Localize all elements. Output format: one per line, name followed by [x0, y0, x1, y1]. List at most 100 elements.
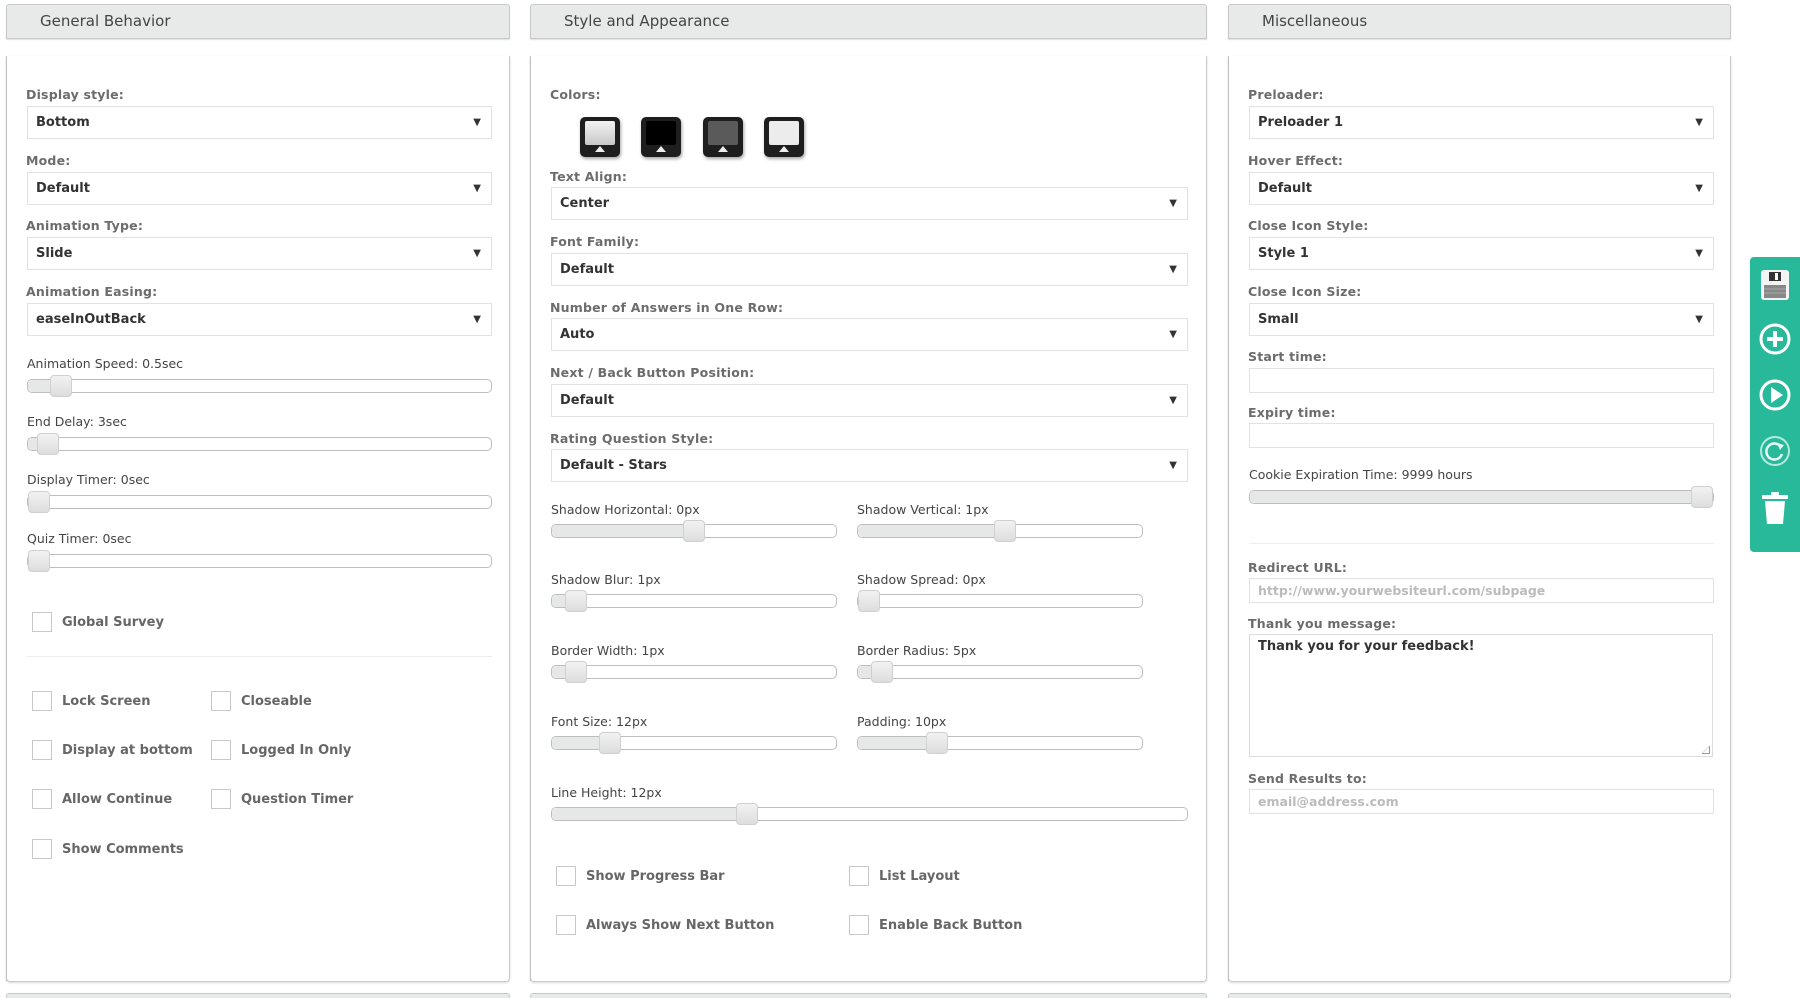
slider-handle[interactable]	[565, 661, 588, 683]
swatch-screen	[769, 121, 799, 145]
expiry-time-input[interactable]	[1249, 423, 1714, 448]
line-height-slider[interactable]	[551, 803, 1188, 825]
allow-continue-checkbox[interactable]: Allow Continue	[32, 789, 172, 809]
end-delay-slider[interactable]	[27, 433, 492, 455]
resize-grip-icon[interactable]	[1702, 746, 1710, 754]
checkbox-box[interactable]	[211, 691, 231, 711]
style-appearance-header[interactable]: Style and Appearance	[530, 4, 1207, 39]
shadow-spread-slider[interactable]	[857, 590, 1143, 612]
slider-handle[interactable]	[28, 491, 50, 513]
checkbox-box[interactable]	[32, 839, 52, 859]
padding-slider[interactable]	[857, 732, 1143, 754]
miscellaneous-header[interactable]: Miscellaneous	[1228, 4, 1731, 39]
slider-handle[interactable]	[50, 375, 73, 397]
next-back-position-value: Default	[560, 393, 614, 408]
shadow-horizontal-slider[interactable]	[551, 520, 837, 542]
checkbox-box[interactable]	[556, 866, 576, 886]
shadow-vertical-slider[interactable]	[857, 520, 1143, 542]
thank-you-textarea[interactable]: Thank you for your feedback!	[1249, 634, 1713, 757]
global-survey-checkbox[interactable]: Global Survey	[32, 612, 164, 632]
question-timer-checkbox[interactable]: Question Timer	[211, 789, 353, 809]
checkbox-box[interactable]	[32, 612, 52, 632]
checkbox-box[interactable]	[849, 866, 869, 886]
close-icon-style-value: Style 1	[1258, 246, 1309, 261]
slider-handle[interactable]	[994, 520, 1017, 542]
checkbox-box[interactable]	[32, 691, 52, 711]
color-swatch-light-gradient[interactable]	[580, 117, 620, 157]
checkbox-box[interactable]	[556, 915, 576, 935]
shadow-blur-slider[interactable]	[551, 590, 837, 612]
redirect-url-input[interactable]: http://www.yourwebsiteurl.com/subpage	[1249, 578, 1714, 603]
lock-screen-checkbox[interactable]: Lock Screen	[32, 691, 150, 711]
slider-handle[interactable]	[599, 732, 622, 754]
show-comments-checkbox[interactable]: Show Comments	[32, 839, 184, 859]
next-back-position-select[interactable]: Default ▼	[551, 384, 1188, 417]
slider-handle[interactable]	[926, 732, 949, 754]
color-swatch-black[interactable]	[641, 117, 681, 157]
always-show-next-checkbox[interactable]: Always Show Next Button	[556, 915, 774, 935]
send-results-input[interactable]: email@address.com	[1249, 789, 1714, 814]
cookie-expiration-slider[interactable]	[1249, 486, 1714, 508]
animation-easing-select[interactable]: easeInOutBack ▼	[27, 303, 492, 336]
slider-handle[interactable]	[858, 590, 880, 612]
enable-back-checkbox[interactable]: Enable Back Button	[849, 915, 1022, 935]
slider-handle[interactable]	[1691, 486, 1713, 508]
close-icon-size-select[interactable]: Small ▼	[1249, 303, 1714, 336]
display-timer-slider[interactable]	[27, 491, 492, 513]
text-align-select[interactable]: Center ▼	[551, 187, 1188, 220]
close-icon-style-select[interactable]: Style 1 ▼	[1249, 237, 1714, 270]
logged-in-only-checkbox[interactable]: Logged In Only	[211, 740, 351, 760]
start-time-label: Start time:	[1248, 349, 1327, 364]
swatch-indicator-icon	[779, 146, 789, 152]
border-width-slider[interactable]	[551, 661, 837, 683]
delete-button[interactable]	[1759, 492, 1791, 524]
chevron-down-icon: ▼	[1169, 395, 1177, 406]
checkbox-box[interactable]	[32, 789, 52, 809]
animation-type-select[interactable]: Slide ▼	[27, 237, 492, 270]
color-swatch-light-gray[interactable]	[764, 117, 804, 157]
start-time-input[interactable]	[1249, 368, 1714, 393]
checkbox-box[interactable]	[849, 915, 869, 935]
preloader-select[interactable]: Preloader 1 ▼	[1249, 106, 1714, 139]
checkbox-box[interactable]	[211, 789, 231, 809]
checkbox-box[interactable]	[32, 740, 52, 760]
list-layout-checkbox[interactable]: List Layout	[849, 866, 960, 886]
slider-handle[interactable]	[735, 803, 758, 825]
save-button[interactable]	[1759, 269, 1791, 301]
rating-style-select[interactable]: Default - Stars ▼	[551, 449, 1188, 482]
miscellaneous-panel: Miscellaneous Preloader: Preloader 1 ▼ H…	[1228, 0, 1731, 998]
animation-speed-label: Animation Speed: 0.5sec	[27, 356, 184, 371]
answers-per-row-select[interactable]: Auto ▼	[551, 318, 1188, 351]
slider-handle[interactable]	[871, 661, 894, 683]
display-at-bottom-checkbox[interactable]: Display at bottom	[32, 740, 193, 760]
color-swatch-dark-gray[interactable]	[703, 117, 743, 157]
border-radius-slider[interactable]	[857, 661, 1143, 683]
closeable-checkbox[interactable]: Closeable	[211, 691, 312, 711]
next-panel-header	[6, 993, 510, 998]
slider-fill	[858, 525, 1006, 537]
display-style-select[interactable]: Bottom ▼	[27, 106, 492, 139]
mode-select[interactable]: Default ▼	[27, 172, 492, 205]
trash-icon	[1762, 492, 1788, 524]
quiz-timer-slider[interactable]	[27, 550, 492, 572]
animation-speed-slider[interactable]	[27, 375, 492, 397]
general-behavior-header[interactable]: General Behavior	[6, 4, 510, 39]
quiz-timer-label: Quiz Timer: 0sec	[27, 531, 132, 546]
add-button[interactable]	[1759, 323, 1791, 355]
font-family-select[interactable]: Default ▼	[551, 253, 1188, 286]
swatch-screen	[646, 121, 676, 145]
border-radius-label: Border Radius: 5px	[857, 643, 977, 658]
slider-handle[interactable]	[28, 550, 50, 572]
chevron-down-icon: ▼	[473, 248, 481, 259]
hover-effect-select[interactable]: Default ▼	[1249, 172, 1714, 205]
preview-button[interactable]	[1759, 379, 1791, 411]
answers-per-row-value: Auto	[560, 327, 595, 342]
reset-button[interactable]	[1759, 435, 1791, 467]
slider-handle[interactable]	[36, 433, 59, 455]
font-size-slider[interactable]	[551, 732, 837, 754]
shadow-blur-label: Shadow Blur: 1px	[551, 572, 661, 587]
checkbox-box[interactable]	[211, 740, 231, 760]
slider-handle[interactable]	[683, 520, 705, 542]
slider-handle[interactable]	[565, 590, 588, 612]
show-progress-bar-checkbox[interactable]: Show Progress Bar	[556, 866, 725, 886]
